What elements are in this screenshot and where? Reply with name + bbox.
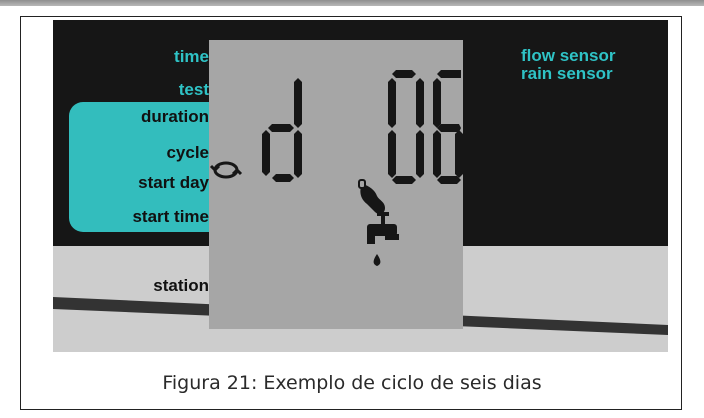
top-bar [0,0,704,6]
water-faucet-icon [367,212,399,244]
lcd-display [209,40,463,329]
label-start-time: start time [132,207,209,226]
label-cycle: cycle [166,143,209,162]
label-time: time [174,47,209,66]
label-station: station [153,276,209,295]
label-duration: duration [141,107,209,126]
label-rain-sensor: rain sensor [521,64,613,83]
cycle-arrows-icon [209,161,243,179]
right-digits-display [388,70,463,184]
hand-pointer-icon [358,179,385,215]
controller-panel: time test duration cycle start day start… [53,20,668,352]
water-drop-icon [373,254,381,266]
label-test: test [178,80,209,99]
label-start-day: start day [138,173,209,192]
left-digit-display [262,78,302,182]
label-flow-sensor: flow sensor [521,46,616,65]
figure-caption: Figura 21: Exemplo de ciclo de seis dias [162,372,542,394]
